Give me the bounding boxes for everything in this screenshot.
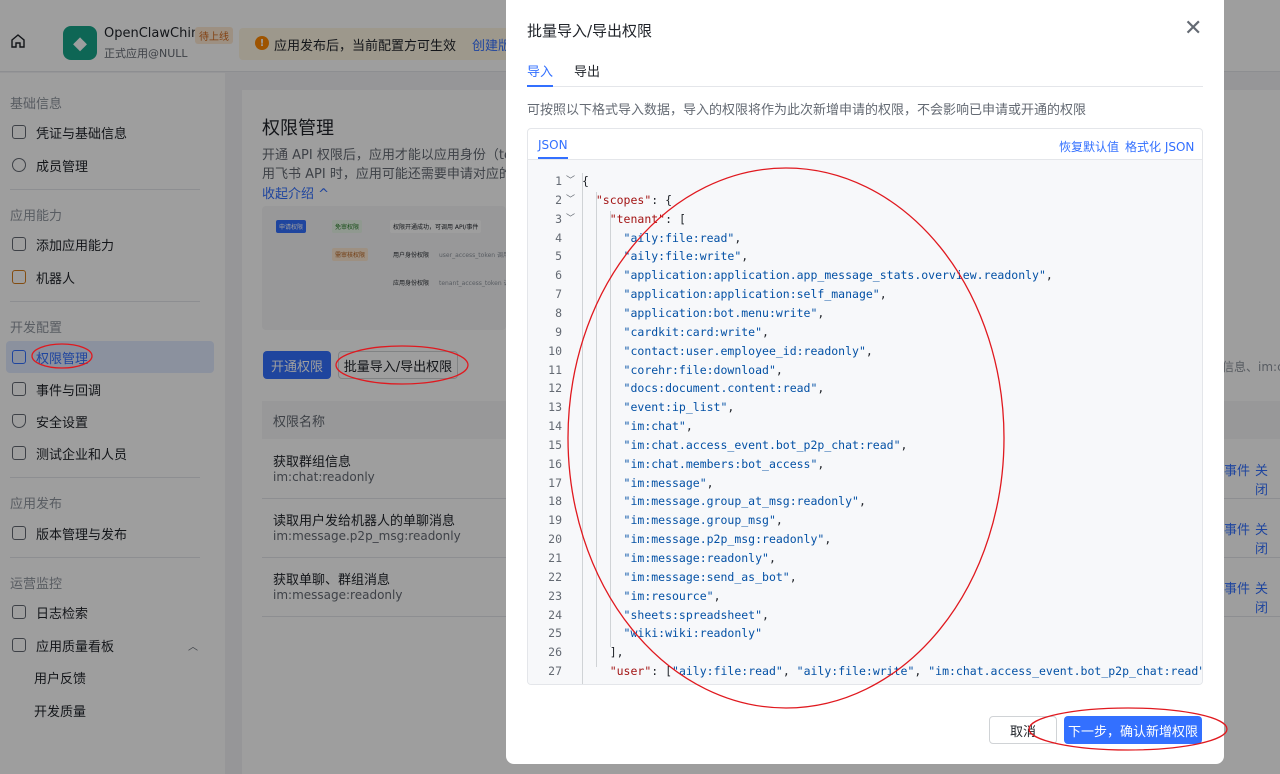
editor-header: JSON 恢复默认值 格式化 JSON [528,129,1202,160]
confirm-next-button[interactable]: 下一步，确认新增权限 [1064,716,1202,744]
line-number: 1 [555,174,562,188]
line-number: 4 [555,230,562,245]
line-number: 27 [548,664,562,679]
line-number: 5 [555,249,562,264]
code-line[interactable]: "im:chat.members:bot_access", [582,455,825,474]
code-line[interactable]: "im:message.p2p_msg:readonly", [582,530,832,549]
code-line[interactable]: "im:message.group_at_msg:readonly", [582,492,866,511]
code-line[interactable]: "im:chat", [582,417,693,436]
code-line[interactable]: "cardkit:card:write", [582,323,769,342]
import-hint: 可按照以下格式导入数据，导入的权限将作为此次新增申请的权限，不会影响已申请或开通… [527,103,1087,118]
batch-permission-dialog: 批量导入/导出权限 ✕ 导入 导出 可按照以下格式导入数据，导入的权限将作为此次… [506,0,1224,764]
line-number: 10 [548,343,562,358]
line-number: 8 [555,305,562,320]
line-number: 9 [555,324,562,339]
line-number: 20 [548,532,562,547]
code-line[interactable]: "user": ["aily:file:read", "aily:file:wr… [582,662,1202,681]
restore-default-button[interactable]: 恢复默认值 [1059,138,1119,155]
line-number: 2 [555,192,562,207]
line-number: 23 [548,588,562,603]
tab-export[interactable]: 导出 [574,61,600,80]
code-line[interactable]: { [582,172,589,191]
fold-chevron-icon[interactable]: ﹀ [566,172,575,191]
code-line[interactable]: "aily:file:write", [582,247,749,266]
line-number: 17 [548,475,562,490]
code-line[interactable]: "aily:file:read", [582,229,742,248]
line-number: 12 [548,381,562,396]
line-number: 7 [555,287,562,302]
code-line[interactable]: "contact:user.employee_id:readonly", [582,342,873,361]
code-line[interactable]: "im:resource", [582,587,721,606]
code-line[interactable]: "tenant": [ [582,210,686,229]
line-number: 19 [548,513,562,528]
code-area[interactable]: 1 ﹀ {2 ﹀ "scopes": { 3 ﹀ "tenant": [ 4 "aily:f… [528,160,1202,684]
cancel-button[interactable]: 取消 [989,716,1057,744]
line-number: 14 [548,419,562,434]
code-line[interactable]: "event:ip_list", [582,398,735,417]
code-line[interactable]: "wiki:wiki:readonly" [582,624,762,643]
line-number: 11 [548,362,562,377]
line-number: 26 [548,645,562,660]
code-line[interactable]: "im:message", [582,474,714,493]
active-tab-indicator [527,85,553,87]
close-icon[interactable]: ✕ [1184,18,1202,40]
code-line[interactable]: "application:bot.menu:write", [582,304,825,323]
line-number: 13 [548,400,562,415]
fold-chevron-icon[interactable]: ﹀ [566,210,575,229]
line-number: 22 [548,569,562,584]
fold-chevron-icon[interactable]: ﹀ [566,191,575,210]
line-number: 24 [548,607,562,622]
line-number: 15 [548,437,562,452]
format-json-button[interactable]: 格式化 JSON [1125,138,1194,155]
line-number: 21 [548,551,562,565]
line-number: 6 [555,268,562,283]
line-number: 25 [548,626,562,641]
editor-tab-json[interactable]: JSON [538,138,568,152]
code-line[interactable]: "im:message:send_as_bot", [582,568,797,587]
line-number: 16 [548,456,562,471]
code-line[interactable]: ], [582,643,624,662]
code-line[interactable]: "docs:document.content:read", [582,379,825,398]
code-line[interactable]: "im:message.group_msg", [582,511,783,530]
editor-tab-indicator [538,157,568,159]
dialog-title: 批量导入/导出权限 [527,22,653,40]
line-number: 18 [548,494,562,509]
code-line[interactable]: "im:message:readonly", [582,549,776,568]
code-line[interactable]: "application:application:self_manage", [582,285,887,304]
code-line[interactable]: "scopes": { [582,191,672,210]
tab-import[interactable]: 导入 [527,61,553,80]
code-line[interactable]: "im:chat.access_event.bot_p2p_chat:read"… [582,436,908,455]
code-line[interactable]: "corehr:file:download", [582,361,783,380]
code-line[interactable]: "application:application.app_message_sta… [582,266,1053,285]
json-editor: JSON 恢复默认值 格式化 JSON 1 ﹀ {2 ﹀ "scopes": { 3 ﹀ … [527,128,1203,685]
line-number: 3 [555,211,562,226]
code-line[interactable]: "sheets:spreadsheet", [582,606,769,625]
tab-divider [527,86,1203,87]
